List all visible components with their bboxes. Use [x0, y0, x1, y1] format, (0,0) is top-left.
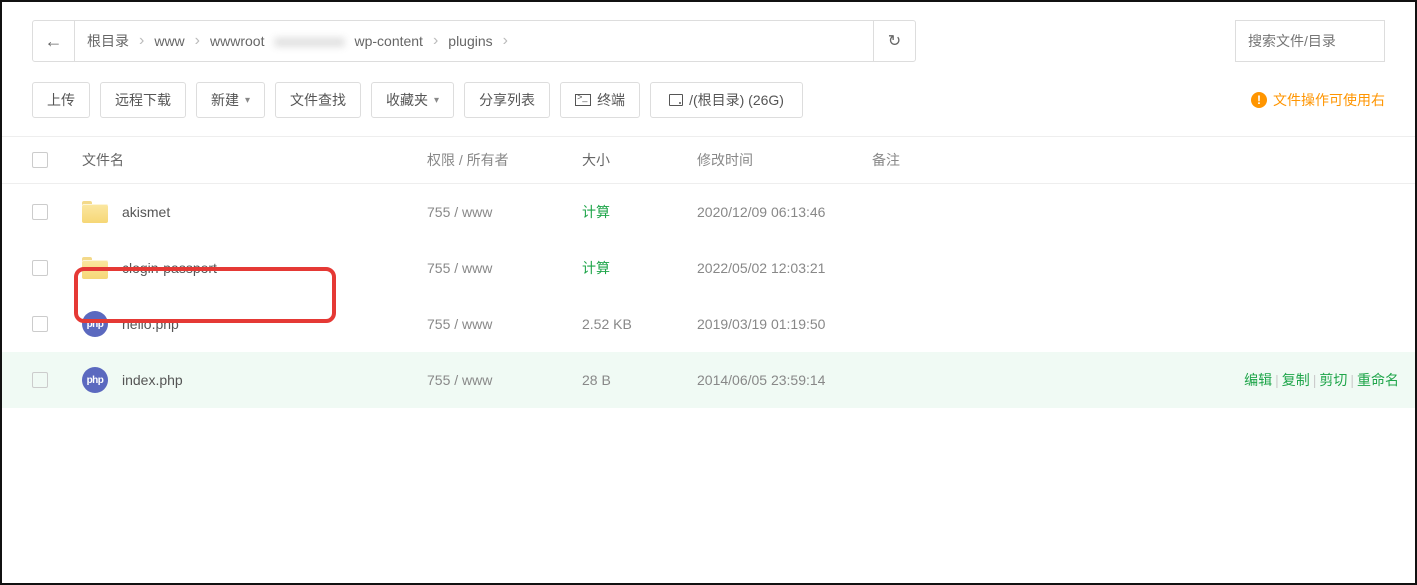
- file-name[interactable]: hello.php: [122, 316, 179, 332]
- folder-icon: [82, 201, 108, 223]
- breadcrumb-item[interactable]: plugins: [448, 33, 492, 49]
- terminal-button[interactable]: 终端: [560, 82, 640, 118]
- file-size: 计算: [582, 258, 697, 278]
- calc-size-link[interactable]: 计算: [582, 260, 610, 276]
- row-checkbox[interactable]: [32, 204, 48, 220]
- remote-download-button[interactable]: 远程下载: [100, 82, 186, 118]
- upload-button[interactable]: 上传: [32, 82, 90, 118]
- search-box[interactable]: [1235, 20, 1385, 62]
- new-button[interactable]: 新建 ▾: [196, 82, 265, 118]
- file-name[interactable]: clogin-passport: [122, 260, 217, 276]
- breadcrumb-item-redacted[interactable]: xxxxxxxxxx: [274, 33, 344, 49]
- breadcrumb: 根目录 › www › wwwroot xxxxxxxxxx wp-conten…: [75, 31, 873, 51]
- action-rename[interactable]: 重命名: [1357, 372, 1399, 388]
- new-label: 新建: [211, 90, 239, 110]
- breadcrumb-item[interactable]: www: [154, 33, 184, 49]
- arrow-left-icon: ←: [45, 31, 63, 52]
- row-checkbox[interactable]: [32, 260, 48, 276]
- breadcrumb-item[interactable]: wwwroot: [210, 33, 264, 49]
- php-icon: php: [82, 311, 108, 337]
- calc-size-link[interactable]: 计算: [582, 204, 610, 220]
- toolbar: 上传 远程下载 新建 ▾ 文件查找 收藏夹 ▾ 分享列表 终端 /(根目录) (26…: [2, 72, 1415, 136]
- row-actions: 编辑|复制|剪切|重命名: [1244, 370, 1399, 390]
- file-perm: 755 / www: [427, 372, 582, 388]
- col-mtime[interactable]: 修改时间: [697, 150, 872, 170]
- tip-label: 文件操作可使用右: [1273, 90, 1385, 110]
- chevron-down-icon: ▾: [434, 95, 439, 106]
- favorites-button[interactable]: 收藏夹 ▾: [371, 82, 454, 118]
- php-icon: php: [82, 367, 108, 393]
- info-icon: !: [1251, 92, 1267, 108]
- tip-text: ! 文件操作可使用右: [1251, 90, 1385, 110]
- select-all-checkbox[interactable]: [32, 152, 48, 168]
- file-find-button[interactable]: 文件查找: [275, 82, 361, 118]
- search-input[interactable]: [1248, 33, 1372, 49]
- file-size: 计算: [582, 202, 697, 222]
- share-list-button[interactable]: 分享列表: [464, 82, 550, 118]
- file-size: 28 B: [582, 372, 697, 388]
- table-row[interactable]: clogin-passport 755 / www计算 2022/05/02 12:…: [2, 240, 1415, 296]
- chevron-right-icon: ›: [433, 32, 438, 50]
- file-mtime: 2020/12/09 06:13:46: [697, 204, 872, 220]
- chevron-right-icon: ›: [195, 32, 200, 50]
- file-perm: 755 / www: [427, 204, 582, 220]
- disk-info-button[interactable]: /(根目录) (26G): [650, 82, 803, 118]
- action-edit[interactable]: 编辑: [1244, 372, 1272, 388]
- disk-icon: [669, 94, 683, 106]
- row-checkbox[interactable]: [32, 316, 48, 332]
- file-perm: 755 / www: [427, 316, 582, 332]
- table-row[interactable]: php index.php 755 / www28 B2014/06/05 23:5…: [2, 352, 1415, 408]
- file-mtime: 2019/03/19 01:19:50: [697, 316, 872, 332]
- favorites-label: 收藏夹: [386, 90, 428, 110]
- action-cut[interactable]: 剪切: [1319, 372, 1347, 388]
- disk-info-label: /(根目录) (26G): [689, 90, 784, 110]
- col-note[interactable]: 备注: [872, 150, 1385, 170]
- file-name[interactable]: akismet: [122, 204, 170, 220]
- file-perm: 755 / www: [427, 260, 582, 276]
- breadcrumb-item[interactable]: wp-content: [354, 33, 422, 49]
- action-copy[interactable]: 复制: [1282, 372, 1310, 388]
- terminal-label: 终端: [597, 90, 625, 110]
- table-header: 文件名 权限 / 所有者 大小 修改时间 备注: [2, 136, 1415, 184]
- col-perm[interactable]: 权限 / 所有者: [427, 150, 582, 170]
- col-size[interactable]: 大小: [582, 150, 697, 170]
- file-mtime: 2014/06/05 23:59:14: [697, 372, 872, 388]
- chevron-down-icon: ▾: [245, 95, 250, 106]
- table-row[interactable]: php hello.php 755 / www2.52 KB2019/03/19 0…: [2, 296, 1415, 352]
- file-name[interactable]: index.php: [122, 372, 183, 388]
- row-checkbox[interactable]: [32, 372, 48, 388]
- refresh-button[interactable]: ↻: [873, 21, 915, 61]
- chevron-right-icon: ›: [139, 32, 144, 50]
- back-button[interactable]: ←: [33, 21, 75, 61]
- breadcrumb-bar: ← 根目录 › www › wwwroot xxxxxxxxxx wp-cont…: [32, 20, 916, 62]
- file-size: 2.52 KB: [582, 316, 697, 332]
- folder-icon: [82, 257, 108, 279]
- refresh-icon: ↻: [888, 31, 901, 51]
- file-mtime: 2022/05/02 12:03:21: [697, 260, 872, 276]
- chevron-right-icon: ›: [503, 32, 508, 50]
- terminal-icon: [575, 94, 591, 106]
- col-name[interactable]: 文件名: [82, 150, 427, 170]
- breadcrumb-item[interactable]: 根目录: [87, 31, 129, 51]
- table-row[interactable]: akismet 755 / www计算 2020/12/09 06:13:46: [2, 184, 1415, 240]
- file-table: 文件名 权限 / 所有者 大小 修改时间 备注 akismet 755 / www…: [2, 136, 1415, 408]
